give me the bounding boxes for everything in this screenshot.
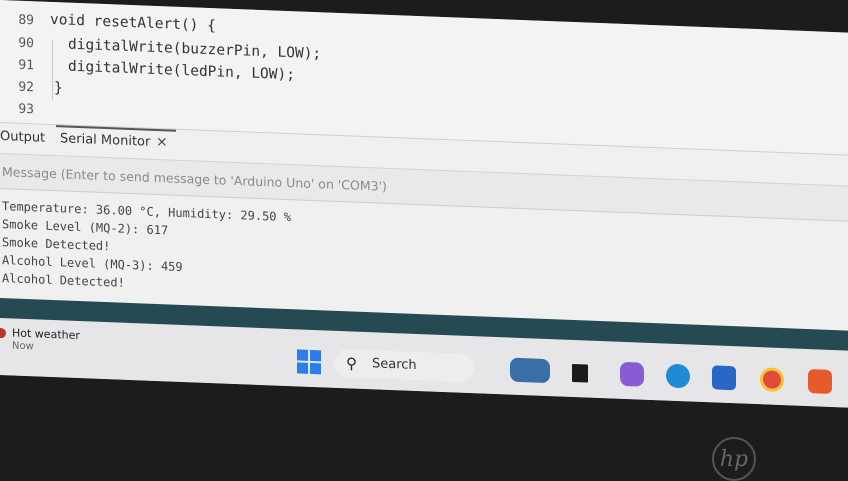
tab-output[interactable]: Output — [0, 129, 45, 146]
line-number: 90 — [18, 35, 34, 52]
code-line: void resetAlert() { — [50, 11, 216, 35]
tab-serial-monitor[interactable]: Serial Monitor — [60, 131, 150, 149]
code-line: digitalWrite(buzzerPin, LOW); — [68, 36, 322, 63]
brave-icon[interactable] — [808, 369, 832, 394]
code-line: } — [54, 80, 63, 97]
serial-line: Alcohol Detected! — [2, 271, 125, 290]
weather-subtitle: Now — [12, 340, 34, 353]
close-icon[interactable]: × — [156, 134, 168, 150]
copilot-icon[interactable] — [620, 361, 644, 387]
indent-guide — [52, 39, 53, 101]
windows-logo-icon — [310, 362, 321, 375]
serial-line: Smoke Detected! — [2, 235, 111, 254]
search-label: Search — [372, 356, 417, 374]
chrome-icon[interactable] — [760, 367, 784, 393]
search-icon: ⚲ — [346, 354, 357, 373]
windows-logo-icon — [310, 349, 321, 362]
hp-logo: hp — [712, 437, 756, 481]
serial-line: Alcohol Level (MQ-3): 459 — [2, 253, 183, 275]
file-explorer-icon[interactable] — [572, 363, 588, 383]
screen: 89 void resetAlert() { 90 digitalWrite(b… — [0, 0, 848, 408]
store-icon[interactable] — [712, 365, 736, 391]
windows-logo-icon — [297, 362, 308, 374]
serial-line: Smoke Level (MQ-2): 617 — [2, 217, 169, 238]
line-number: 89 — [18, 12, 34, 29]
weather-title: Hot weather — [12, 326, 80, 343]
weather-icon — [0, 327, 6, 339]
line-number: 93 — [18, 101, 34, 118]
edge-icon[interactable] — [666, 363, 690, 389]
windows-logo-icon — [297, 349, 308, 361]
code-line: digitalWrite(ledPin, LOW); — [68, 58, 295, 84]
taskbar-search[interactable]: ⚲ Search — [334, 348, 474, 383]
start-button[interactable] — [297, 349, 321, 375]
photos-icon[interactable] — [510, 357, 550, 384]
line-number: 92 — [18, 79, 34, 96]
line-number: 91 — [18, 57, 34, 74]
